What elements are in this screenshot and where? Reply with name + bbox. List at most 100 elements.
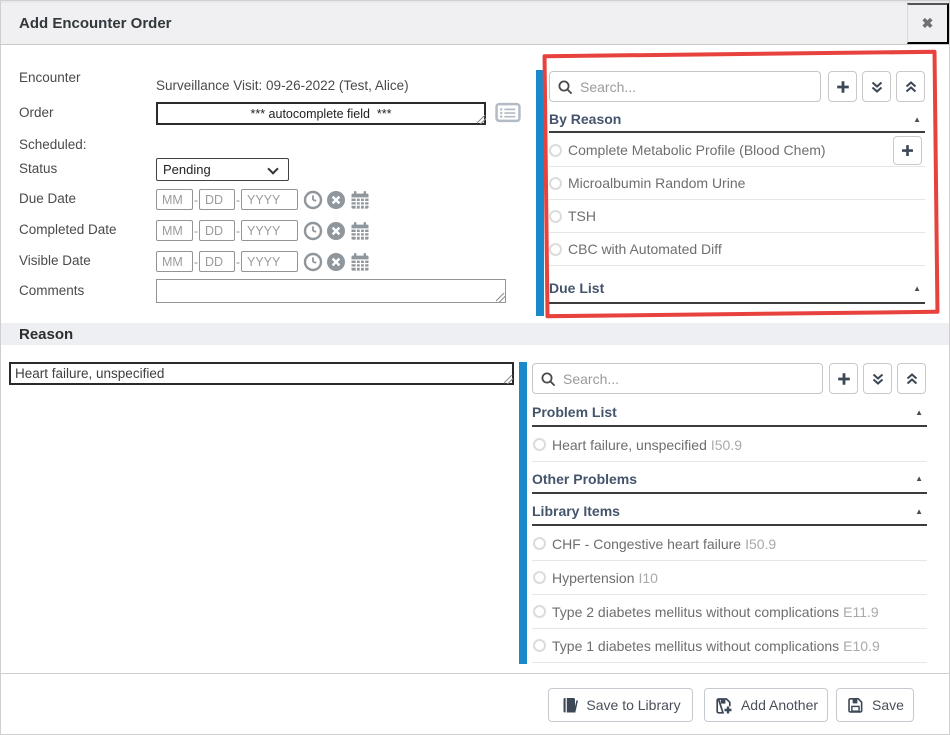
list-item[interactable]: CHF - Congestive heart failureI50.9 (532, 527, 927, 561)
list-item-label: CHF - Congestive heart failureI50.9 (552, 536, 776, 552)
visible-date-clear-icon[interactable] (326, 252, 346, 272)
completed-date-calendar-icon[interactable] (350, 221, 370, 241)
section-header-other-problems[interactable]: Other Problems ▲ (532, 465, 927, 494)
add-another-button[interactable]: Add Another (704, 688, 828, 722)
section-label: Problem List (532, 404, 617, 420)
collapse-arrow-icon: ▲ (915, 474, 923, 483)
list-item-label: Microalbumin Random Urine (568, 175, 745, 191)
section-header-problem-list[interactable]: Problem List ▲ (532, 399, 927, 427)
visible-date-month-input[interactable] (156, 251, 193, 272)
completed-date-label: Completed Date (19, 222, 117, 237)
list-item[interactable]: Type 1 diabetes mellitus without complic… (532, 629, 927, 663)
radio-icon[interactable] (533, 438, 546, 451)
dialog-header: Add Encounter Order ✖ (1, 1, 949, 45)
comments-resize-grip[interactable] (496, 293, 505, 302)
order-list-button[interactable] (494, 102, 522, 124)
visible-date-label: Visible Date (19, 253, 91, 268)
order-input-resize-grip[interactable] (477, 115, 486, 124)
radio-icon[interactable] (549, 177, 562, 190)
footer-divider (1, 673, 949, 674)
row-add-button[interactable] (893, 136, 922, 165)
list-item[interactable]: CBC with Automated Diff (549, 233, 925, 266)
dialog-title: Add Encounter Order (19, 15, 172, 32)
reason-section-title: Reason (19, 326, 73, 343)
section-header-due-list[interactable]: Due List ▲ (549, 274, 925, 304)
plus-icon (835, 79, 851, 95)
date-separator: - (194, 255, 198, 269)
radio-icon[interactable] (533, 571, 546, 584)
double-chevron-down-icon (870, 371, 886, 387)
order-autocomplete-input[interactable] (156, 102, 486, 125)
due-date-time-icon[interactable] (303, 190, 323, 210)
save-plus-icon (714, 696, 733, 715)
save-icon (846, 696, 864, 714)
diagnosis-code: I10 (639, 570, 658, 586)
radio-icon[interactable] (533, 537, 546, 550)
chevron-down-icon (267, 163, 278, 174)
due-date-month-input[interactable] (156, 189, 193, 210)
double-chevron-down-icon (869, 79, 885, 95)
list-icon (495, 102, 521, 123)
reason-picker-expand-all-button[interactable] (863, 363, 892, 394)
reason-input-resize-grip[interactable] (504, 375, 513, 384)
section-label: Library Items (532, 503, 620, 519)
list-item-label: HypertensionI10 (552, 570, 658, 586)
due-date-clear-icon[interactable] (326, 190, 346, 210)
collapse-arrow-icon: ▲ (915, 507, 923, 516)
status-label: Status (19, 161, 57, 176)
double-chevron-up-icon (904, 371, 920, 387)
visible-date-year-input[interactable] (241, 251, 298, 272)
radio-icon[interactable] (549, 144, 562, 157)
visible-date-day-input[interactable] (199, 251, 235, 272)
section-label: Other Problems (532, 471, 637, 487)
reason-picker-search-input[interactable] (532, 363, 823, 394)
list-item[interactable]: Type 2 diabetes mellitus without complic… (532, 595, 927, 629)
list-item[interactable]: Complete Metabolic Profile (Blood Chem) (549, 134, 925, 167)
list-item[interactable]: Heart failure, unspecifiedI50.9 (532, 428, 927, 462)
visible-date-calendar-icon[interactable] (350, 252, 370, 272)
diagnosis-code: I50.9 (745, 536, 776, 552)
completed-date-day-input[interactable] (199, 220, 235, 241)
date-separator: - (236, 193, 240, 207)
section-header-by-reason[interactable]: By Reason ▲ (549, 107, 925, 133)
completed-date-month-input[interactable] (156, 220, 193, 241)
list-item[interactable]: TSH (549, 200, 925, 233)
completed-date-clear-icon[interactable] (326, 221, 346, 241)
list-item-label: Type 2 diabetes mellitus without complic… (552, 604, 879, 620)
radio-icon[interactable] (533, 605, 546, 618)
comments-label: Comments (19, 283, 84, 298)
completed-date-year-input[interactable] (241, 220, 298, 241)
visible-date-time-icon[interactable] (303, 252, 323, 272)
reason-picker-add-button[interactable] (829, 363, 858, 394)
due-date-day-input[interactable] (199, 189, 235, 210)
order-picker-collapse-all-button[interactable] (896, 71, 925, 102)
reason-picker-collapse-all-button[interactable] (897, 363, 926, 394)
encounter-value: Surveillance Visit: 09-26-2022 (Test, Al… (156, 78, 409, 93)
order-picker-expand-all-button[interactable] (862, 71, 891, 102)
save-button[interactable]: Save (836, 688, 914, 722)
list-item-label: TSH (568, 208, 596, 224)
radio-icon[interactable] (549, 210, 562, 223)
comments-input[interactable] (156, 279, 506, 303)
radio-icon[interactable] (549, 243, 562, 256)
status-select[interactable]: Pending (156, 158, 289, 181)
list-item[interactable]: HypertensionI10 (532, 561, 927, 595)
due-date-year-input[interactable] (241, 189, 298, 210)
reason-input[interactable] (9, 362, 514, 385)
date-separator: - (194, 224, 198, 238)
save-to-library-label: Save to Library (586, 697, 680, 713)
diagnosis-code: E10.9 (843, 638, 880, 654)
list-item-label: Type 1 diabetes mellitus without complic… (552, 638, 880, 654)
save-to-library-button[interactable]: Save to Library (548, 688, 693, 722)
due-date-calendar-icon[interactable] (350, 190, 370, 210)
close-button[interactable]: ✖ (907, 3, 949, 44)
date-separator: - (194, 193, 198, 207)
order-picker-add-button[interactable] (828, 71, 857, 102)
radio-icon[interactable] (533, 639, 546, 652)
completed-date-time-icon[interactable] (303, 221, 323, 241)
list-item[interactable]: Microalbumin Random Urine (549, 167, 925, 200)
due-date-label: Due Date (19, 191, 76, 206)
section-header-library-items[interactable]: Library Items ▲ (532, 498, 927, 526)
reason-section-header: Reason (1, 323, 949, 345)
order-picker-search-input[interactable] (549, 71, 821, 102)
